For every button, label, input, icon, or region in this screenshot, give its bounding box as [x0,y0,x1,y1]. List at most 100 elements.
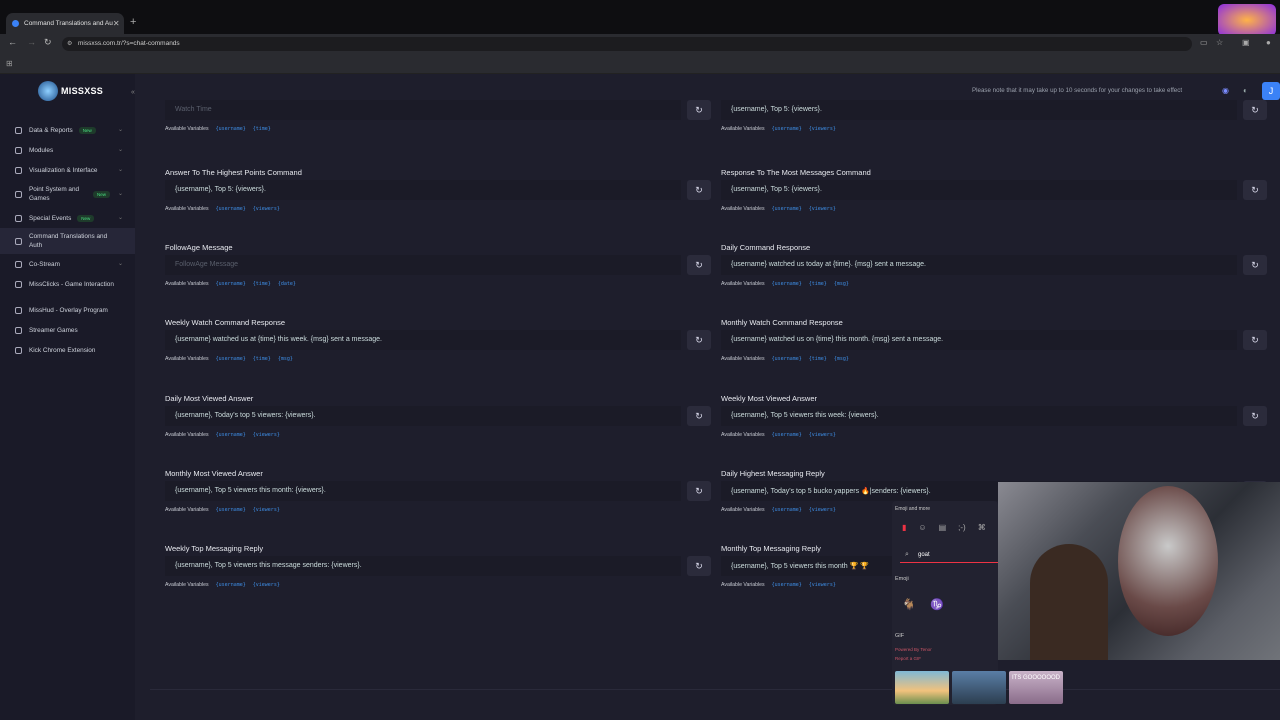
sidebar-item-co-stream[interactable]: Co-Stream ⌄ [0,254,135,274]
url-field[interactable]: ⚙ missxss.com.tr/?s=chat-commands [62,37,1192,51]
symbols-icon[interactable]: ⌘ [978,523,986,532]
profile-icon[interactable]: ● [1266,38,1271,47]
variable-tag[interactable]: {username} [772,206,802,212]
command-input[interactable]: {username}, Top 5: {viewers}. [721,180,1237,200]
variable-tag[interactable]: {time} [253,126,271,132]
variable-tag[interactable]: {viewers} [253,206,280,212]
variable-tag[interactable]: {viewers} [809,126,836,132]
cast-icon[interactable]: ▭ [1200,38,1208,47]
site-favicon-icon [12,20,19,27]
command-input[interactable]: {username} watched us today at {time}. {… [721,255,1237,275]
recent-icon[interactable]: ▮ [902,523,906,532]
sidebar-item-visualization[interactable]: Visualization & Interface ⌄ [0,160,135,180]
reset-icon[interactable]: ↻ [1243,100,1267,120]
variable-tag[interactable]: {username} [772,126,802,132]
command-input[interactable]: Watch Time [165,100,681,120]
reset-icon[interactable]: ↻ [687,406,711,426]
sidebar-item-modules[interactable]: Modules ⌄ [0,140,135,160]
reset-icon[interactable]: ↻ [687,255,711,275]
command-input[interactable]: {username}, Top 5: {viewers}. [721,100,1237,120]
discord-icon[interactable]: ◉ [1222,86,1229,95]
command-input[interactable]: {username}, Top 5 viewers this week: {vi… [721,406,1237,426]
variable-tag[interactable]: {viewers} [253,507,280,513]
browser-tab[interactable]: Command Translations and Au ✕ [6,13,124,34]
variable-tag[interactable]: {date} [278,281,296,287]
variable-tag[interactable]: {time} [809,356,827,362]
variable-tag[interactable]: {msg} [278,356,293,362]
new-tab-button[interactable]: + [130,16,136,28]
variable-tag[interactable]: {username} [772,356,802,362]
variable-tag[interactable]: {viewers} [809,432,836,438]
gif-result[interactable]: ITS GOOOOOOD [1009,671,1063,704]
variable-tag[interactable]: {username} [216,126,246,132]
reset-icon[interactable]: ↻ [687,330,711,350]
reset-icon[interactable]: ↻ [1243,330,1267,350]
variable-tag[interactable]: {username} [772,432,802,438]
theme-toggle-icon[interactable]: ◐ [1243,86,1248,95]
reset-icon[interactable]: ↻ [687,481,711,501]
sidebar-item-data-reports[interactable]: Data & Reports New ⌄ [0,120,135,140]
sidebar-item-kick-extension[interactable]: Kick Chrome Extension [0,340,135,360]
gif-icon[interactable]: ▤ [939,523,947,532]
forward-icon[interactable]: → [27,37,36,47]
gif-result[interactable] [952,671,1006,704]
kaomoji-icon[interactable]: ;-) [958,523,966,532]
command-input[interactable]: {username}, Top 5 viewers this message s… [165,556,681,576]
variable-tag[interactable]: {username} [216,356,246,362]
command-input[interactable]: {username}, Today's top 5 viewers: {view… [165,406,681,426]
emoji-search-input[interactable]: ⌕ goat [900,549,998,563]
sidebar-item-label: Special Events [29,214,72,222]
sidebar-item-missclicks[interactable]: MissClicks - Game Interaction [0,274,135,294]
variable-tag[interactable]: {viewers} [253,582,280,588]
command-input[interactable]: {username} watched us on {time} this mon… [721,330,1237,350]
reset-icon[interactable]: ↻ [687,180,711,200]
site-info-icon[interactable]: ⚙ [67,40,72,47]
command-input[interactable]: {username}, Top 5 viewers this month: {v… [165,481,681,501]
report-gif-link[interactable]: Report a GIF [895,656,921,661]
variable-tag[interactable]: {msg} [834,281,849,287]
reset-icon[interactable]: ↻ [687,556,711,576]
variable-tag[interactable]: {username} [216,281,246,287]
command-input[interactable]: {username} watched us at {time} this wee… [165,330,681,350]
variable-tag[interactable]: {username} [216,206,246,212]
reset-icon[interactable]: ↻ [1243,406,1267,426]
sidebar-item-misshud[interactable]: MissHud - Overlay Program [0,300,135,320]
smiley-icon[interactable]: ☺ [918,523,926,532]
brand-logo[interactable]: MISSXSS [38,81,103,101]
variable-tag[interactable]: {viewers} [809,507,836,513]
reset-icon[interactable]: ↻ [687,100,711,120]
user-avatar[interactable]: J [1262,82,1280,100]
close-tab-icon[interactable]: ✕ [113,19,120,28]
sidebar-item-point-system[interactable]: Point System and Games New ⌄ [0,180,135,208]
collapse-sidebar-icon[interactable]: « [131,89,135,96]
variable-tag[interactable]: {username} [216,507,246,513]
variable-tag[interactable]: {time} [253,356,271,362]
bookmark-star-icon[interactable]: ☆ [1216,38,1223,47]
variable-tag[interactable]: {username} [772,281,802,287]
variable-tag[interactable]: {viewers} [253,432,280,438]
gif-result[interactable] [895,671,949,704]
command-input[interactable]: {username}, Top 5: {viewers}. [165,180,681,200]
sidebar-item-command-translations[interactable]: Command Translations and Auth [0,228,135,254]
apps-grid-icon[interactable]: ⊞ [6,59,13,68]
sidebar-item-streamer-games[interactable]: Streamer Games [0,320,135,340]
variable-tag[interactable]: {username} [772,507,802,513]
variable-tag[interactable]: {time} [253,281,271,287]
variable-tag[interactable]: {msg} [834,356,849,362]
variable-tag[interactable]: {time} [809,281,827,287]
reset-icon[interactable]: ↻ [1243,180,1267,200]
command-input[interactable]: FollowAge Message [165,255,681,275]
tenor-credit: Powered By Tenor [895,647,932,652]
variable-tag[interactable]: {username} [772,582,802,588]
goat-emoji[interactable]: 🐐 [902,598,916,611]
variable-tag[interactable]: {username} [216,432,246,438]
reload-icon[interactable]: ↻ [44,37,52,48]
sidebar-item-special-events[interactable]: Special Events New ⌄ [0,208,135,228]
extensions-icon[interactable]: ▣ [1242,38,1250,47]
reset-icon[interactable]: ↻ [1243,255,1267,275]
variable-tag[interactable]: {viewers} [809,582,836,588]
capricorn-emoji[interactable]: ♑ [930,598,944,611]
variable-tag[interactable]: {viewers} [809,206,836,212]
back-icon[interactable]: ← [8,37,17,47]
variable-tag[interactable]: {username} [216,582,246,588]
